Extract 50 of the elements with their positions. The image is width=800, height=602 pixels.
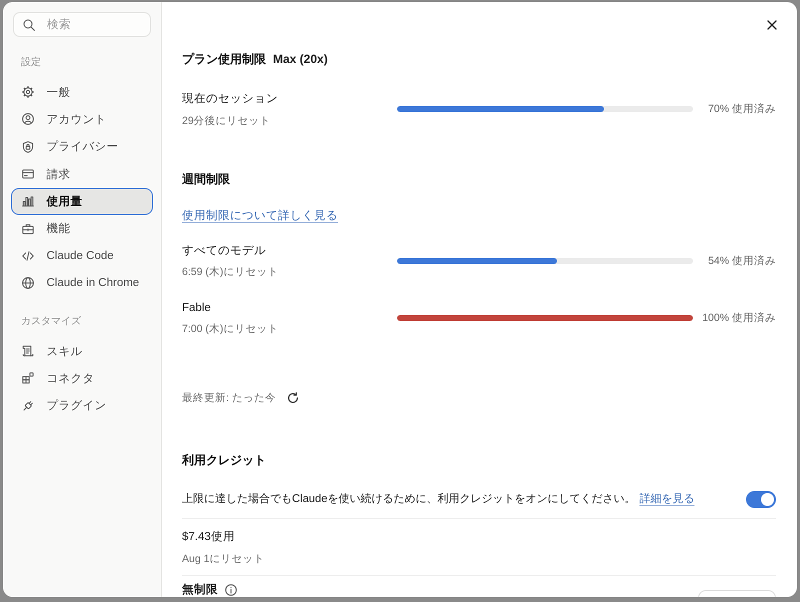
blocks-icon <box>22 372 34 384</box>
sidebar-item[interactable]: プラグイン <box>11 392 153 420</box>
person-icon <box>22 113 34 126</box>
shield-icon <box>22 140 34 153</box>
card-icon <box>22 168 34 180</box>
reset-time: 7:00 (木)にリセット <box>182 322 280 336</box>
sidebar-item[interactable]: 一般 <box>11 78 153 106</box>
usage-reading: 100% 使用済み <box>701 310 776 325</box>
usage-reading: 70% 使用済み <box>707 102 776 116</box>
reset-time: 29分後にリセット <box>182 114 272 128</box>
close-icon[interactable] <box>767 20 777 30</box>
globe-icon <box>22 277 34 290</box>
sidebar-item[interactable]: スキル <box>11 337 153 365</box>
limit-name: 現在のセッション <box>182 92 279 107</box>
plan-name: Max (20x) <box>273 51 328 68</box>
last-updated-text: 最終更新: たった今 <box>182 391 276 406</box>
sidebar-item[interactable]: プライバシー <box>11 133 153 160</box>
sidebar-item[interactable]: Claude in Chrome <box>11 270 153 297</box>
spent-amount: $7.43使用 <box>182 530 236 545</box>
search-icon <box>23 18 35 30</box>
bar-chart-icon <box>22 195 34 208</box>
sidebar-item[interactable]: 機能 <box>11 214 153 242</box>
section-label: 設定 <box>21 56 41 70</box>
section-label: カスタマイズ <box>21 314 81 329</box>
refresh-icon[interactable] <box>286 392 299 404</box>
info-icon[interactable] <box>225 584 237 596</box>
toggle-switch[interactable] <box>746 490 776 508</box>
reset-date: Aug 1にリセット <box>182 552 266 566</box>
scroll-icon <box>22 345 34 358</box>
briefcase-icon <box>22 222 34 235</box>
section-title: 利用クレジット <box>182 452 266 469</box>
sidebar-item[interactable]: アカウント <box>11 106 153 134</box>
reset-time: 6:59 (木)にリセット <box>182 265 280 279</box>
sidebar-item[interactable]: コネクタ <box>11 364 153 392</box>
description-text: 上限に達した場合でもClaudeを使い続けるために、利用クレジットをオンにしてください。 <box>182 493 636 505</box>
plug-icon <box>22 400 34 412</box>
sidebar-item[interactable]: 使用量 <box>11 188 153 215</box>
section-title: 週間制限 <box>182 170 230 188</box>
limit-name: Fable <box>182 300 212 316</box>
usage-reading: 54% 使用済み <box>707 254 776 268</box>
sidebar-item[interactable]: 請求 <box>11 160 153 188</box>
code-icon <box>22 250 34 262</box>
details-link[interactable]: 詳細を見る <box>639 493 694 505</box>
section-title: プラン使用制限 <box>182 51 266 68</box>
limit-name: すべてのモデル <box>182 244 267 258</box>
learn-more-link[interactable]: 使用制限について詳しく見る <box>182 208 338 224</box>
gear-icon <box>22 86 34 98</box>
unlimited-label: 無制限 <box>182 582 218 597</box>
search-field[interactable]: 検索 <box>13 12 151 37</box>
sidebar-item[interactable]: Claude Code <box>11 242 153 270</box>
